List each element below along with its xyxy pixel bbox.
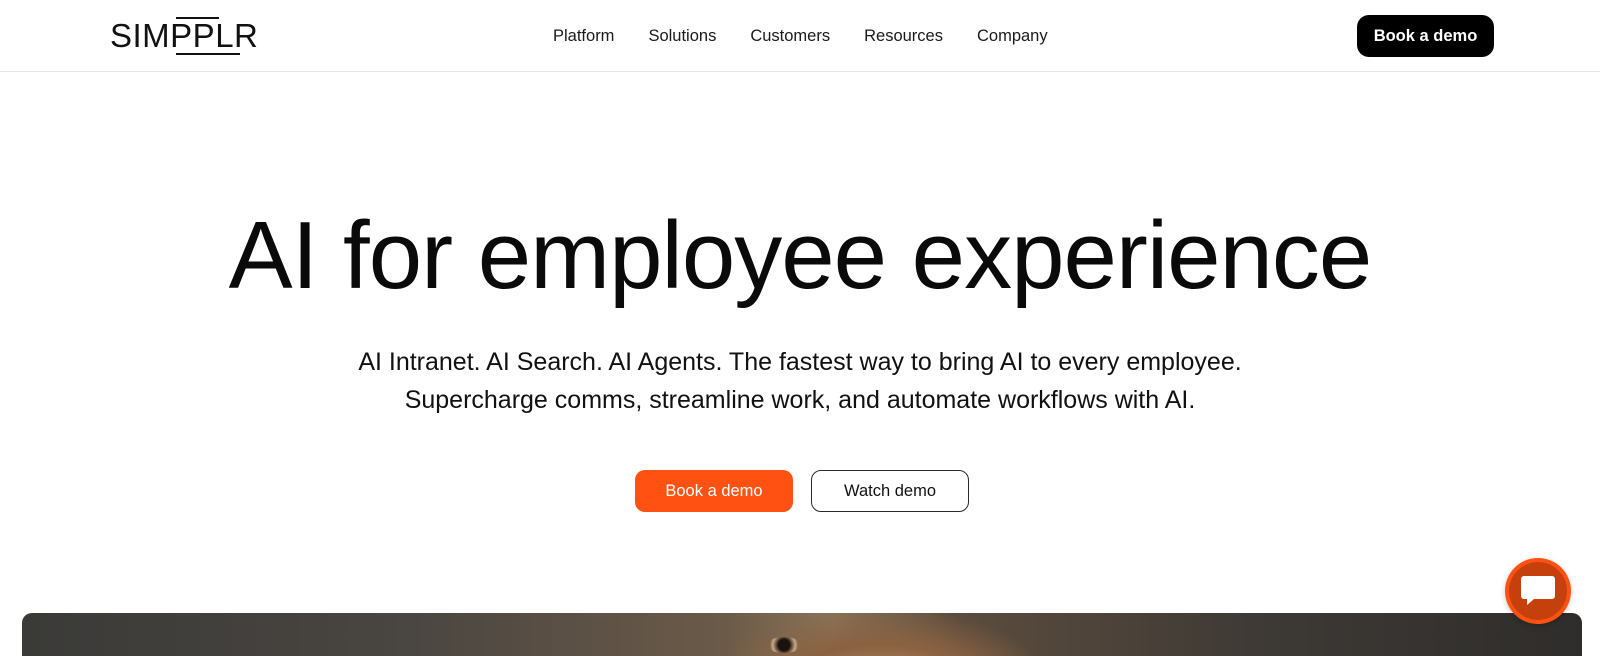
nav-item-solutions[interactable]: Solutions: [648, 27, 716, 46]
header-book-demo-button[interactable]: Book a demo: [1357, 15, 1494, 57]
hero-image: [22, 613, 1582, 656]
site-header: SIMPPLR Platform Solutions Customers Res…: [0, 0, 1600, 72]
hero-image-eye: [767, 637, 801, 653]
page: SIMPPLR Platform Solutions Customers Res…: [0, 0, 1600, 656]
chat-widget-button[interactable]: [1505, 558, 1571, 624]
hero-subtitle: AI Intranet. AI Search. AI Agents. The f…: [0, 343, 1600, 419]
chat-widget-inner: [1509, 562, 1567, 620]
nav-item-platform[interactable]: Platform: [553, 27, 614, 46]
book-demo-button[interactable]: Book a demo: [635, 470, 793, 512]
hero-subtitle-line-1: AI Intranet. AI Search. AI Agents. The f…: [358, 348, 1242, 376]
main-nav: Platform Solutions Customers Resources C…: [553, 22, 1048, 50]
chat-bubble-icon: [1521, 576, 1555, 605]
hero-subtitle-line-2: Supercharge comms, streamline work, and …: [404, 386, 1196, 414]
logo[interactable]: SIMPPLR: [110, 14, 258, 58]
logo-text: SIMPPLR: [110, 17, 259, 54]
hero-title: AI for employee experience: [228, 202, 1373, 309]
nav-item-resources[interactable]: Resources: [864, 27, 943, 46]
watch-demo-button[interactable]: Watch demo: [811, 470, 969, 512]
nav-item-company[interactable]: Company: [977, 27, 1048, 46]
nav-item-customers[interactable]: Customers: [750, 27, 830, 46]
hero-button-row: Book a demo Watch demo: [635, 470, 969, 512]
